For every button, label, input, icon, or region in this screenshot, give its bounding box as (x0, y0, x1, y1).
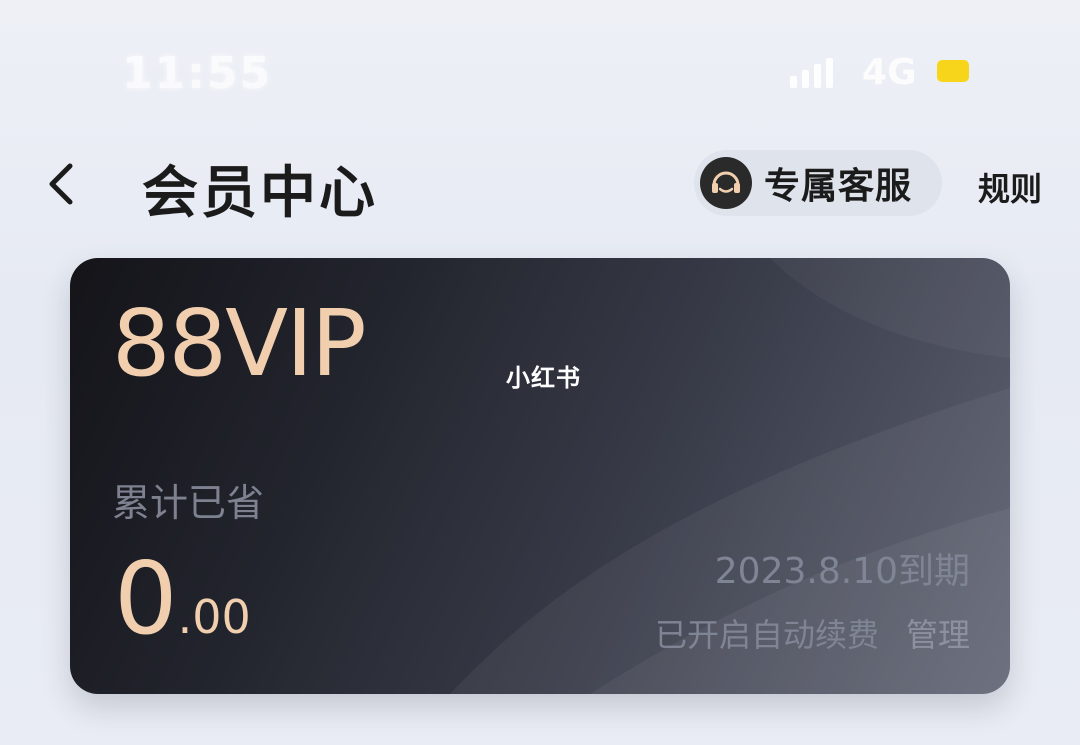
expiry-date: 2023.8.10到期 (714, 551, 970, 592)
status-time: 11:55 (122, 48, 273, 99)
signal-bars-icon (790, 54, 846, 88)
back-button[interactable] (38, 156, 98, 212)
auto-renew-status: 已开启自动续费 (655, 616, 880, 654)
network-type-label: 4G (862, 52, 917, 93)
headset-icon (700, 157, 752, 209)
membership-card: 88VIP 小红书 累计已省 0.00 2023.8.10到期 已开启自动续费 … (70, 258, 1010, 694)
watermark: 小红书 (506, 364, 581, 392)
status-bar: 11:55 4G (0, 0, 1080, 140)
page-header: 会员中心 专属客服 规则 (0, 140, 1080, 230)
saved-amount-value: 0.00 (114, 540, 251, 657)
rules-link[interactable]: 规则 (978, 164, 1042, 210)
customer-service-label: 专属客服 (764, 166, 913, 207)
customer-service-button[interactable]: 专属客服 (694, 150, 942, 216)
saved-amount-integer: 0 (114, 540, 178, 657)
saved-amount-label: 累计已省 (112, 481, 265, 525)
page-title: 会员中心 (142, 161, 378, 226)
saved-amount-decimal: .00 (177, 590, 251, 644)
battery-icon (937, 60, 969, 82)
chevron-left-icon (49, 163, 73, 205)
vip-brand-logo: 88VIP (112, 290, 367, 397)
manage-subscription-link[interactable]: 管理 (906, 610, 970, 656)
